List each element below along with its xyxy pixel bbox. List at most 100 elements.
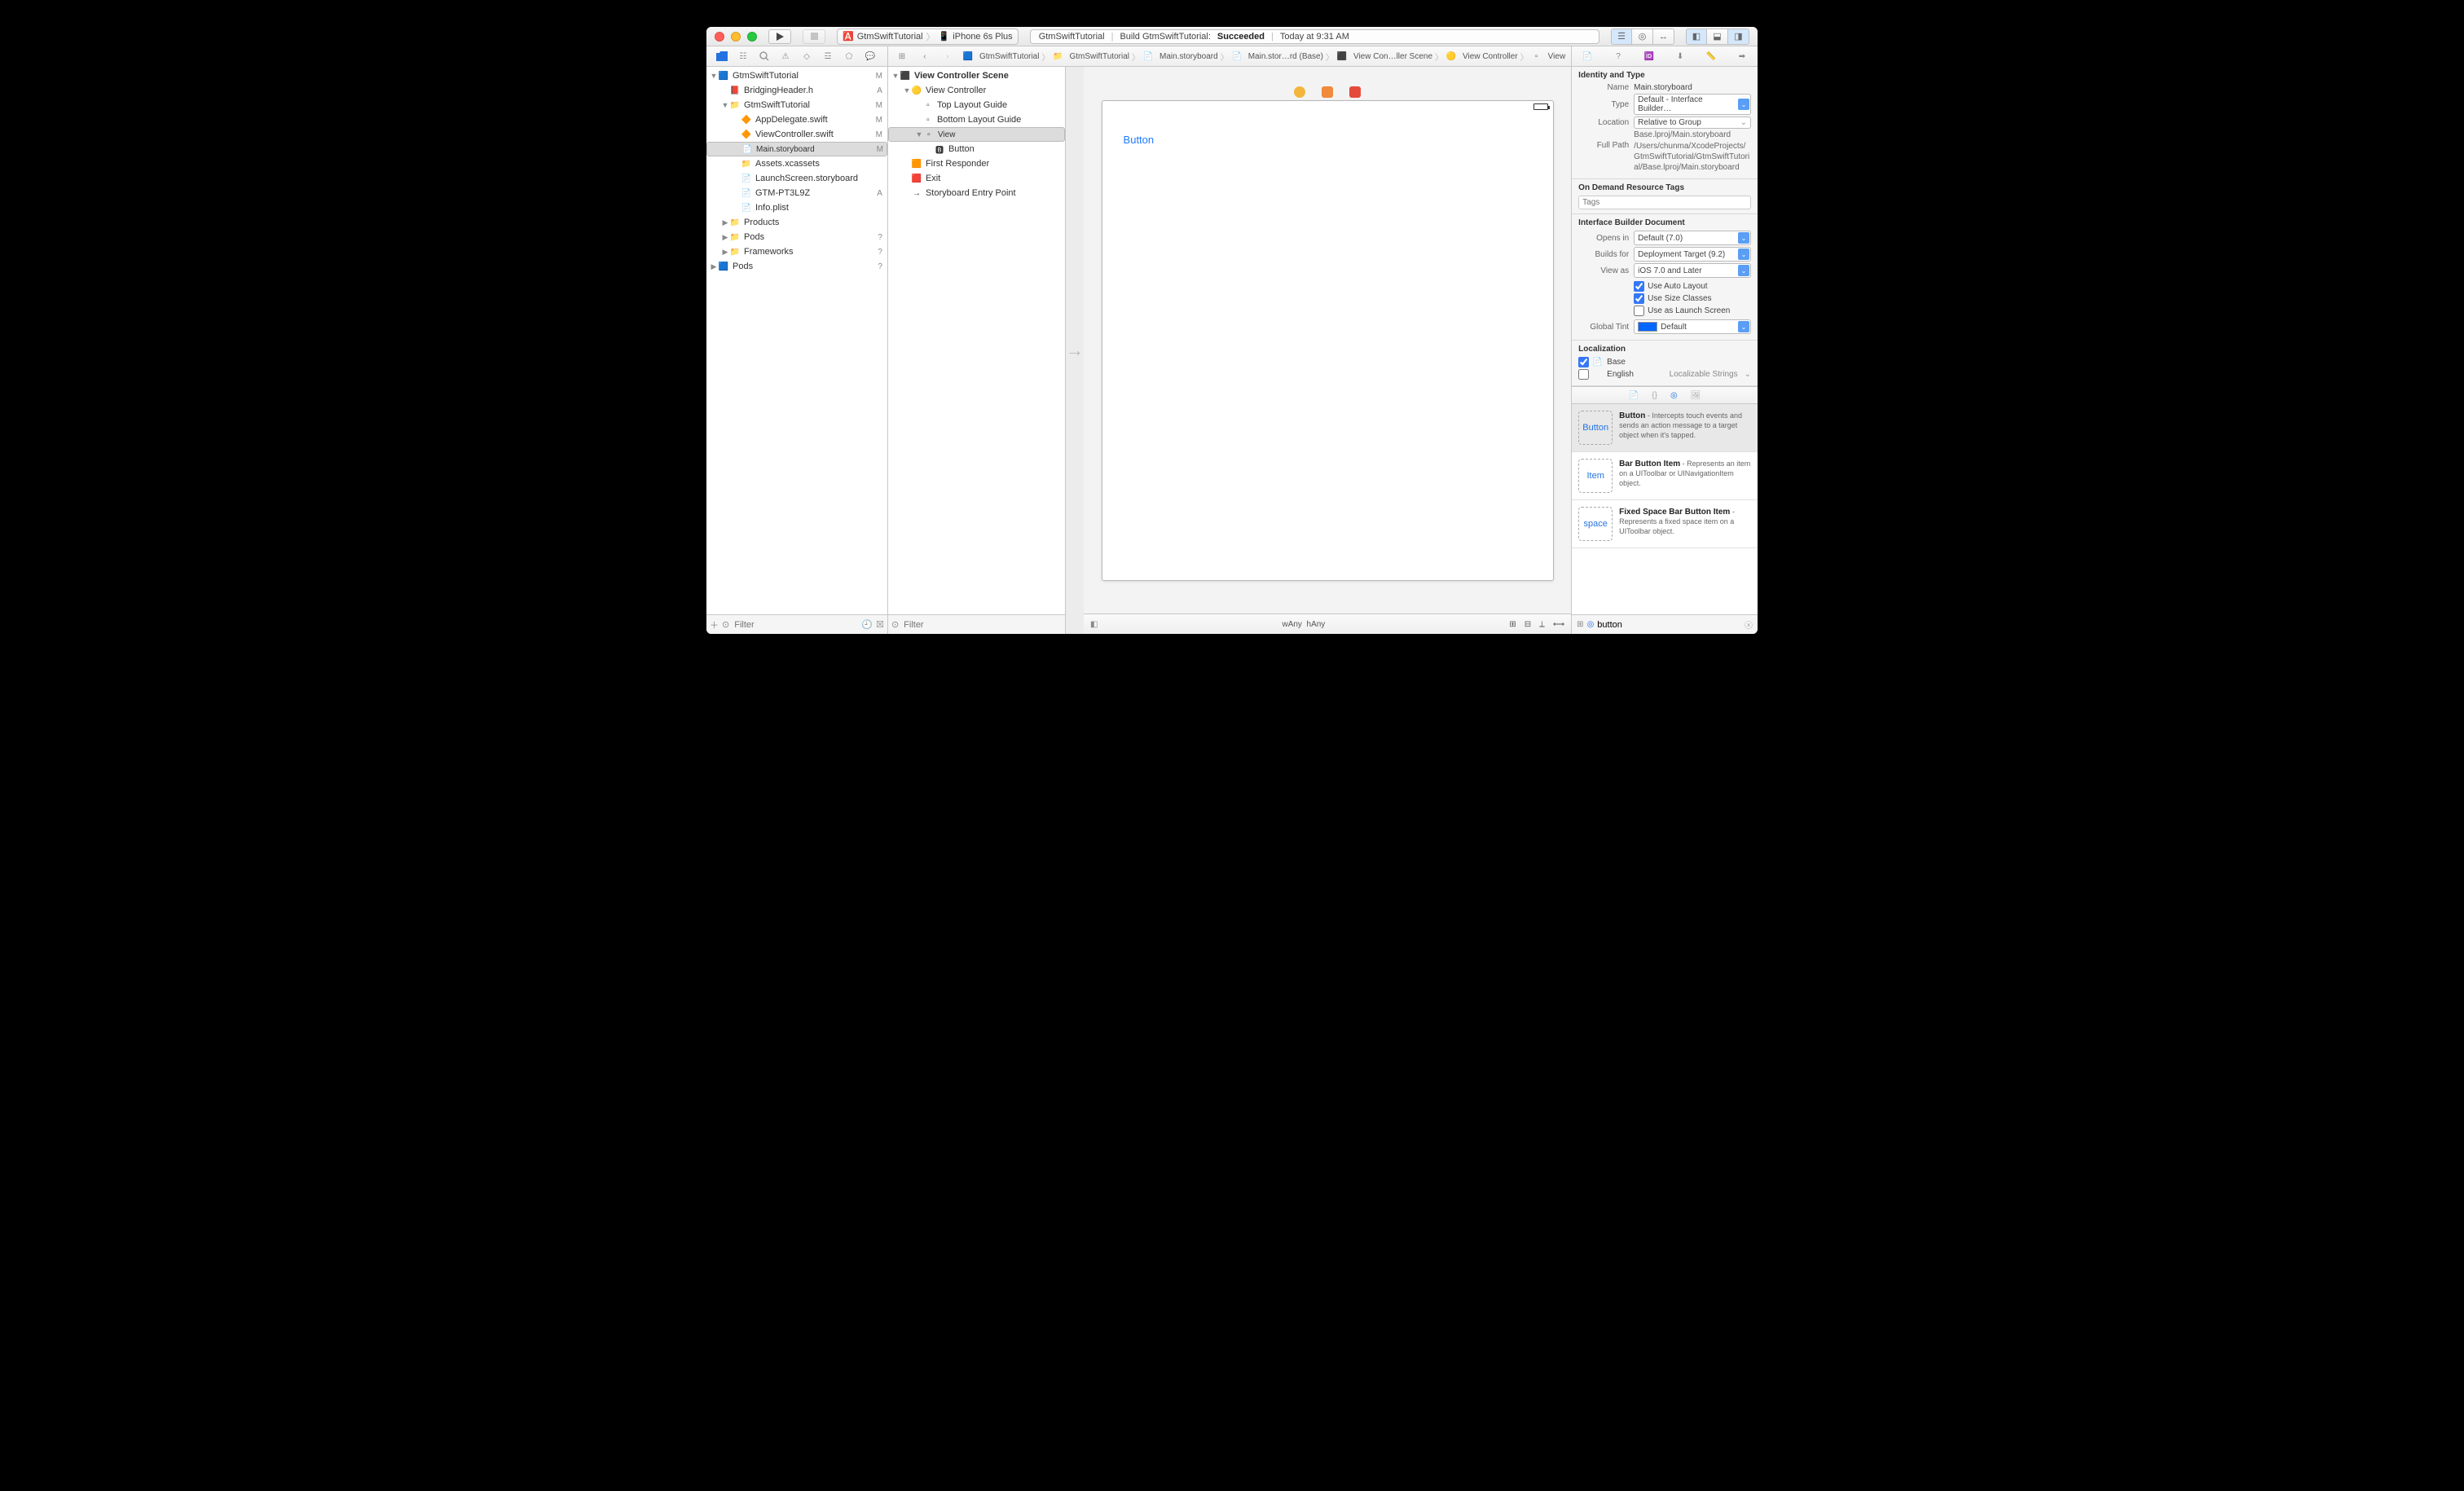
scheme-selector[interactable]: 🅰️ GtmSwiftTutorial 〉 📱 iPhone 6s Plus	[837, 29, 1019, 45]
code-snippet-tab[interactable]: {}	[1652, 391, 1657, 400]
loc-english-row[interactable]: EnglishLocalizable Strings⌄	[1578, 369, 1751, 380]
type-select[interactable]: Default - Interface Builder…⌄	[1634, 94, 1751, 115]
find-navigator-tab[interactable]	[754, 49, 775, 64]
jump-segment[interactable]: 📁GtmSwiftTutorial	[1049, 51, 1132, 62]
connections-inspector-tab[interactable]: ➡	[1727, 46, 1758, 66]
toggle-navigator[interactable]: ◧	[1686, 29, 1707, 45]
nav-row[interactable]: 📕BridgingHeader.hA	[706, 83, 887, 98]
loc-base-checkbox[interactable]: 📄Base	[1578, 357, 1751, 367]
attributes-inspector-tab[interactable]: ⬇	[1665, 46, 1696, 66]
outline-row[interactable]: ▫Bottom Layout Guide	[888, 112, 1065, 127]
odr-tags-input[interactable]	[1578, 196, 1751, 209]
standard-editor-button[interactable]: ☰	[1611, 29, 1632, 45]
report-navigator-tab[interactable]: 💬	[860, 49, 881, 64]
library-filter-input[interactable]	[1597, 620, 1741, 630]
media-library-tab[interactable]: 🖼	[1691, 391, 1701, 400]
assistant-editor-button[interactable]: ◎	[1632, 29, 1653, 45]
opensin-select[interactable]: Default (7.0)⌄	[1634, 231, 1751, 245]
grid-icon[interactable]: ⊞	[1577, 620, 1583, 629]
location-select[interactable]: Relative to Group⌄	[1634, 117, 1751, 129]
library-item[interactable]: ButtonButton - Intercepts touch events a…	[1572, 404, 1758, 452]
pin-icon[interactable]: ⊟	[1525, 620, 1531, 629]
forward-button[interactable]: ›	[937, 49, 958, 64]
toggle-inspector[interactable]: ◨	[1728, 29, 1749, 45]
nav-row[interactable]: 🔶AppDelegate.swiftM	[706, 112, 887, 127]
jump-segment[interactable]: 🟦GtmSwiftTutorial	[960, 51, 1042, 62]
outline-row[interactable]: 🟧First Responder	[888, 156, 1065, 171]
identity-name[interactable]: Main.storyboard	[1634, 83, 1751, 92]
nav-row[interactable]: ▶📁Products	[706, 215, 887, 230]
issue-navigator-tab[interactable]: ⚠	[775, 49, 796, 64]
symbol-navigator-tab[interactable]: ☷	[733, 49, 754, 64]
sizeclasses-checkbox[interactable]: Use Size Classes	[1634, 293, 1751, 304]
quick-help-tab[interactable]: ?	[1603, 46, 1634, 66]
nav-row[interactable]: 📄Info.plist	[706, 200, 887, 215]
viewas-select[interactable]: iOS 7.0 and Later⌄	[1634, 263, 1751, 278]
nav-row[interactable]: ▼🟦GtmSwiftTutorialM	[706, 68, 887, 83]
version-editor-button[interactable]: ↔	[1653, 29, 1674, 45]
autolayout-checkbox[interactable]: Use Auto Layout	[1634, 281, 1751, 292]
first-responder-badge-icon[interactable]	[1322, 86, 1333, 98]
jump-segment[interactable]: 🟡View Controller	[1443, 51, 1520, 62]
identity-inspector-tab[interactable]: 🆔	[1634, 46, 1665, 66]
test-navigator-tab[interactable]: ◇	[796, 49, 817, 64]
size-inspector-tab[interactable]: 📏	[1696, 46, 1727, 66]
buildsfor-select[interactable]: Deployment Target (9.2)⌄	[1634, 247, 1751, 262]
add-icon[interactable]: ＋	[710, 618, 719, 631]
outline-row[interactable]: 🟥Exit	[888, 171, 1065, 186]
align-icon[interactable]: ⊞	[1509, 620, 1516, 629]
resize-icon[interactable]: ⟷	[1553, 620, 1564, 629]
stop-button[interactable]	[803, 29, 825, 44]
related-items-icon[interactable]: ⊞	[891, 49, 913, 64]
canvas-button[interactable]: Button	[1124, 134, 1155, 146]
filter-icon[interactable]: ⊙	[722, 619, 729, 630]
jump-segment[interactable]: ▫View	[1529, 51, 1569, 62]
file-template-tab[interactable]: 📄	[1629, 391, 1639, 400]
minimize-window[interactable]	[731, 32, 741, 42]
outline-row[interactable]: ▼▫View	[888, 127, 1065, 142]
close-window[interactable]	[715, 32, 724, 42]
nav-row[interactable]: ▼📁GtmSwiftTutorialM	[706, 98, 887, 112]
nav-row[interactable]: ▶📁Frameworks?	[706, 244, 887, 259]
jump-segment[interactable]: 📄Main.stor…rd (Base)	[1229, 51, 1326, 62]
outline-filter-input[interactable]	[902, 618, 1062, 631]
file-inspector-tab[interactable]: 📄	[1572, 46, 1603, 66]
tint-select[interactable]: Default⌄	[1634, 319, 1751, 334]
nav-row[interactable]: ▶📁Pods?	[706, 230, 887, 244]
resolve-icon[interactable]: ⟂	[1539, 620, 1545, 629]
toggle-debug-area[interactable]: ⬓	[1707, 29, 1728, 45]
outline-row[interactable]: ▫Top Layout Guide	[888, 98, 1065, 112]
project-navigator-tab[interactable]	[711, 49, 733, 64]
outline-row[interactable]: →Storyboard Entry Point	[888, 186, 1065, 200]
jump-segment[interactable]: 📄Main.storyboard	[1140, 51, 1221, 62]
vc-badge-icon[interactable]	[1294, 86, 1305, 98]
object-library-tab[interactable]: ◎	[1670, 391, 1678, 400]
jump-segment[interactable]: ⬛View Con…ller Scene	[1334, 51, 1435, 62]
library-item[interactable]: ItemBar Button Item - Represents an item…	[1572, 452, 1758, 500]
nav-row[interactable]: 🔶ViewController.swiftM	[706, 127, 887, 142]
recent-icon[interactable]: 🕘	[861, 619, 873, 630]
scm-icon[interactable]: ☒	[876, 619, 884, 630]
library-item[interactable]: spaceFixed Space Bar Button Item - Repre…	[1572, 500, 1758, 548]
zoom-window[interactable]	[747, 32, 757, 42]
nav-row[interactable]: 📁Assets.xcassets	[706, 156, 887, 171]
size-class-selector[interactable]: wAny hAny	[1282, 620, 1325, 629]
exit-badge-icon[interactable]	[1349, 86, 1361, 98]
back-button[interactable]: ‹	[914, 49, 935, 64]
toggle-outline-icon[interactable]: ◧	[1090, 620, 1098, 629]
nav-row[interactable]: 📄Main.storyboardM	[706, 142, 887, 156]
outline-row[interactable]: ▼⬛View Controller Scene	[888, 68, 1065, 83]
outline-row[interactable]: 🅱Button	[888, 142, 1065, 156]
debug-navigator-tab[interactable]: ☲	[817, 49, 838, 64]
filter-icon[interactable]: ◎	[1587, 620, 1595, 629]
nav-row[interactable]: 📄GTM-PT3L9ZA	[706, 186, 887, 200]
run-button[interactable]	[768, 29, 791, 44]
breakpoint-navigator-tab[interactable]: ⬠	[838, 49, 860, 64]
nav-row[interactable]: 📄LaunchScreen.storyboard	[706, 171, 887, 186]
outline-row[interactable]: ▼🟡View Controller	[888, 83, 1065, 98]
navigator-filter-input[interactable]	[733, 618, 858, 631]
clear-icon[interactable]: ⓧ	[1745, 618, 1753, 631]
launchscreen-checkbox[interactable]: Use as Launch Screen	[1634, 306, 1751, 316]
view-controller-canvas[interactable]: Button	[1102, 100, 1554, 581]
nav-row[interactable]: ▶🟦Pods?	[706, 259, 887, 274]
